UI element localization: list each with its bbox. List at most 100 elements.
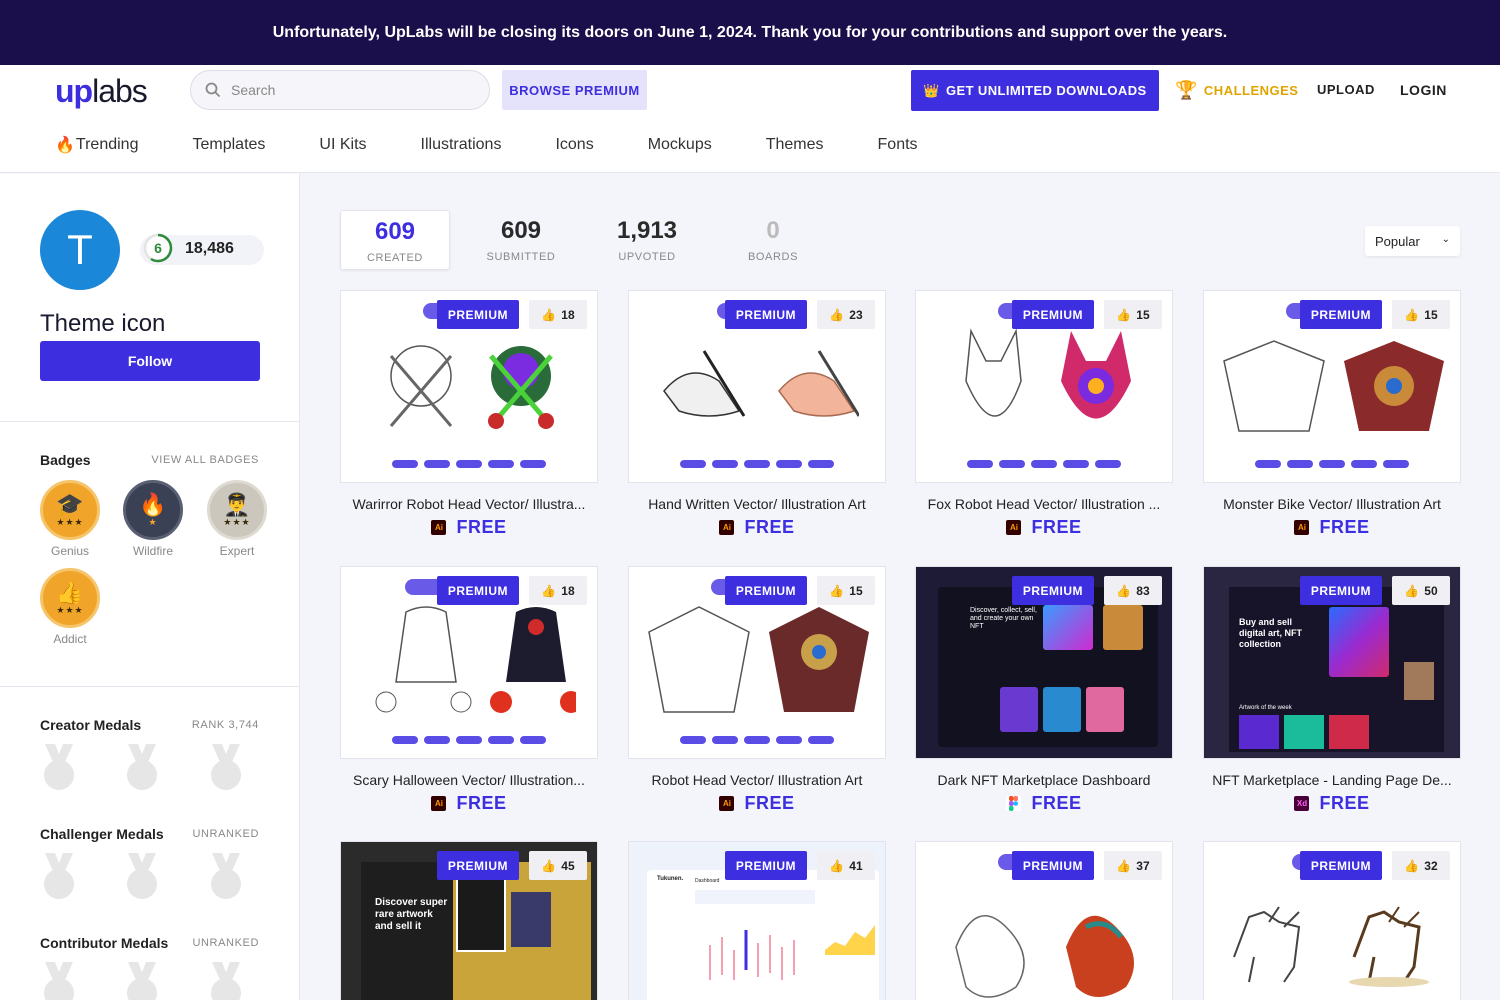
card-item[interactable]: PREMIUM 👍 15 Monster Bike Vector/ Illustr… (1203, 290, 1461, 538)
mock-headline: Discover super rare artwork and sell it (375, 897, 448, 932)
card-thumbnail[interactable]: PREMIUM 👍 15 (1203, 290, 1461, 483)
card-title[interactable]: Dark NFT Marketplace Dashboard (915, 772, 1173, 788)
badge-expert[interactable]: 👨‍✈️ ★★★ Expert (207, 480, 267, 560)
nav-trending[interactable]: 🔥 Trending (55, 135, 138, 155)
card-thumbnail[interactable]: Discover super rare artwork and sell it … (340, 841, 598, 1000)
card-item[interactable]: Discover super rare artwork and sell it … (340, 841, 598, 1000)
follow-button[interactable]: Follow (40, 341, 260, 381)
card-item[interactable]: PREMIUM 👍 23 Hand Written Vector/ Illustr… (628, 290, 886, 538)
thumbs-up-icon: 👍 (1404, 583, 1420, 598)
card-item[interactable]: Tukunen. Dashboard PREMIUM 👍 41 (628, 841, 886, 1000)
nav-templates[interactable]: Templates (192, 136, 265, 154)
dashboard-mock: Tukunen. Dashboard (647, 870, 879, 1000)
badge-wildfire[interactable]: 🔥 ★ Wildfire (123, 480, 183, 560)
card-thumbnail[interactable]: PREMIUM 👍 15 (628, 566, 886, 759)
challenges-label: CHALLENGES (1203, 82, 1299, 98)
nav-icons[interactable]: Icons (555, 136, 593, 154)
card-title[interactable]: Monster Bike Vector/ Illustration Art (1203, 496, 1461, 512)
card-title[interactable]: Fox Robot Head Vector/ Illustration ... (915, 496, 1173, 512)
card-title[interactable]: Hand Written Vector/ Illustration Art (628, 496, 886, 512)
card-item[interactable]: PREMIUM 👍 32 (1203, 841, 1461, 1000)
tab-submitted[interactable]: 609 SUBMITTED (466, 210, 576, 270)
tab-created[interactable]: 609 CREATED (340, 210, 450, 270)
like-button[interactable]: 👍 15 (1392, 300, 1450, 329)
mock-card-art (1000, 687, 1038, 732)
mock-side-art (1103, 605, 1143, 650)
tab-boards[interactable]: 0 BOARDS (718, 210, 828, 270)
badge-stars: ★★★ (56, 517, 84, 527)
card-title[interactable]: Robot Head Vector/ Illustration Art (628, 772, 886, 788)
badge-addict[interactable]: 👍 ★★★ Addict (40, 568, 100, 648)
get-unlimited-downloads-button[interactable]: 👑 GET UNLIMITED DOWNLOADS (911, 70, 1159, 111)
card-item[interactable]: PREMIUM 👍 18 Warirror Robot Head Vector/ … (340, 290, 598, 538)
challenger-medals-title: Challenger Medals (40, 826, 164, 842)
card-thumbnail[interactable]: Discover, collect, sell, and create your… (915, 566, 1173, 759)
closure-banner: Unfortunately, UpLabs will be closing it… (0, 0, 1500, 65)
thumbs-up-icon: 👍 (56, 580, 84, 605)
mock-bar-chart (709, 930, 795, 980)
nav-illustrations[interactable]: Illustrations (421, 136, 502, 154)
uplabs-logo[interactable]: up labs (55, 73, 148, 109)
thumbs-up-icon: 👍 (829, 307, 845, 322)
upload-link[interactable]: UPLOAD (1317, 82, 1375, 97)
card-item[interactable]: Discover, collect, sell, and create your… (915, 566, 1173, 814)
nav-mockups[interactable]: Mockups (648, 136, 712, 154)
premium-badge: PREMIUM (1011, 851, 1094, 880)
like-button[interactable]: 👍 15 (817, 576, 875, 605)
avatar[interactable]: T (40, 210, 120, 290)
search-box[interactable] (190, 70, 490, 110)
like-count: 45 (561, 858, 575, 873)
trophy-icon: 🏆 (1175, 79, 1198, 100)
card-title[interactable]: Warirror Robot Head Vector/ Illustra... (340, 496, 598, 512)
card-item[interactable]: PREMIUM 👍 18 Scary Halloween Vector/ Illu… (340, 566, 598, 814)
art-mock: Discover super rare artwork and sell it (361, 862, 591, 1000)
badge-label: Addict (53, 632, 87, 646)
price-label: FREE (1319, 517, 1370, 537)
card-thumbnail[interactable]: PREMIUM 👍 15 (915, 290, 1173, 483)
nav-ui-kits[interactable]: UI Kits (319, 136, 366, 154)
like-button[interactable]: 👍 23 (817, 300, 875, 329)
card-item[interactable]: PREMIUM 👍 15 Fox Robot Head Vector/ Illus… (915, 290, 1173, 538)
card-item[interactable]: PREMIUM 👍 37 (915, 841, 1173, 1000)
browse-premium-button[interactable]: BROWSE PREMIUM (502, 70, 647, 110)
like-button[interactable]: 👍 41 (817, 851, 875, 880)
like-button[interactable]: 👍 45 (529, 851, 587, 880)
get-unlimited-label: GET UNLIMITED DOWNLOADS (946, 83, 1147, 98)
card-thumbnail[interactable]: PREMIUM 👍 32 (1203, 841, 1461, 1000)
card-thumbnail[interactable]: PREMIUM 👍 23 (628, 290, 886, 483)
nav-themes[interactable]: Themes (766, 136, 824, 154)
format-tags (967, 460, 1121, 468)
login-link[interactable]: LOGIN (1400, 82, 1447, 98)
search-input[interactable] (231, 82, 461, 98)
medal-icon (211, 853, 241, 899)
like-button[interactable]: 👍 37 (1104, 851, 1162, 880)
like-count: 32 (1424, 858, 1438, 873)
like-button[interactable]: 👍 50 (1392, 576, 1450, 605)
like-count: 18 (561, 583, 575, 598)
card-thumbnail[interactable]: Buy and sell digital art, NFT collection… (1203, 566, 1461, 759)
like-button[interactable]: 👍 18 (529, 300, 587, 329)
card-thumbnail[interactable]: Tukunen. Dashboard PREMIUM 👍 41 (628, 841, 886, 1000)
card-item[interactable]: Buy and sell digital art, NFT collection… (1203, 566, 1461, 814)
badge-label: Genius (50, 544, 90, 558)
card-thumbnail[interactable]: PREMIUM 👍 18 (340, 290, 598, 483)
medal-icon (44, 853, 74, 899)
like-button[interactable]: 👍 15 (1104, 300, 1162, 329)
sort-dropdown[interactable]: Popular ⌄ (1365, 226, 1460, 256)
format-tags (1255, 460, 1409, 468)
like-button[interactable]: 👍 18 (529, 576, 587, 605)
badge-genius[interactable]: 🎓 ★★★ Genius (40, 480, 100, 560)
card-title[interactable]: Scary Halloween Vector/ Illustration... (340, 772, 598, 788)
like-button[interactable]: 👍 32 (1392, 851, 1450, 880)
card-item[interactable]: PREMIUM 👍 15 Robot Head Vector/ Illustrat… (628, 566, 886, 814)
price-row: Ai FREE (340, 517, 598, 538)
view-all-badges-link[interactable]: VIEW ALL BADGES (151, 454, 259, 466)
challenges-link[interactable]: 🏆 CHALLENGES (1175, 77, 1298, 103)
card-title[interactable]: NFT Marketplace - Landing Page De... (1203, 772, 1461, 788)
card-thumbnail[interactable]: PREMIUM 👍 37 (915, 841, 1173, 1000)
like-button[interactable]: 👍 83 (1104, 576, 1162, 605)
contributor-medals-title: Contributor Medals (40, 935, 169, 951)
nav-fonts[interactable]: Fonts (878, 136, 918, 154)
tab-upvoted[interactable]: 1,913 UPVOTED (592, 210, 702, 270)
card-thumbnail[interactable]: PREMIUM 👍 18 (340, 566, 598, 759)
